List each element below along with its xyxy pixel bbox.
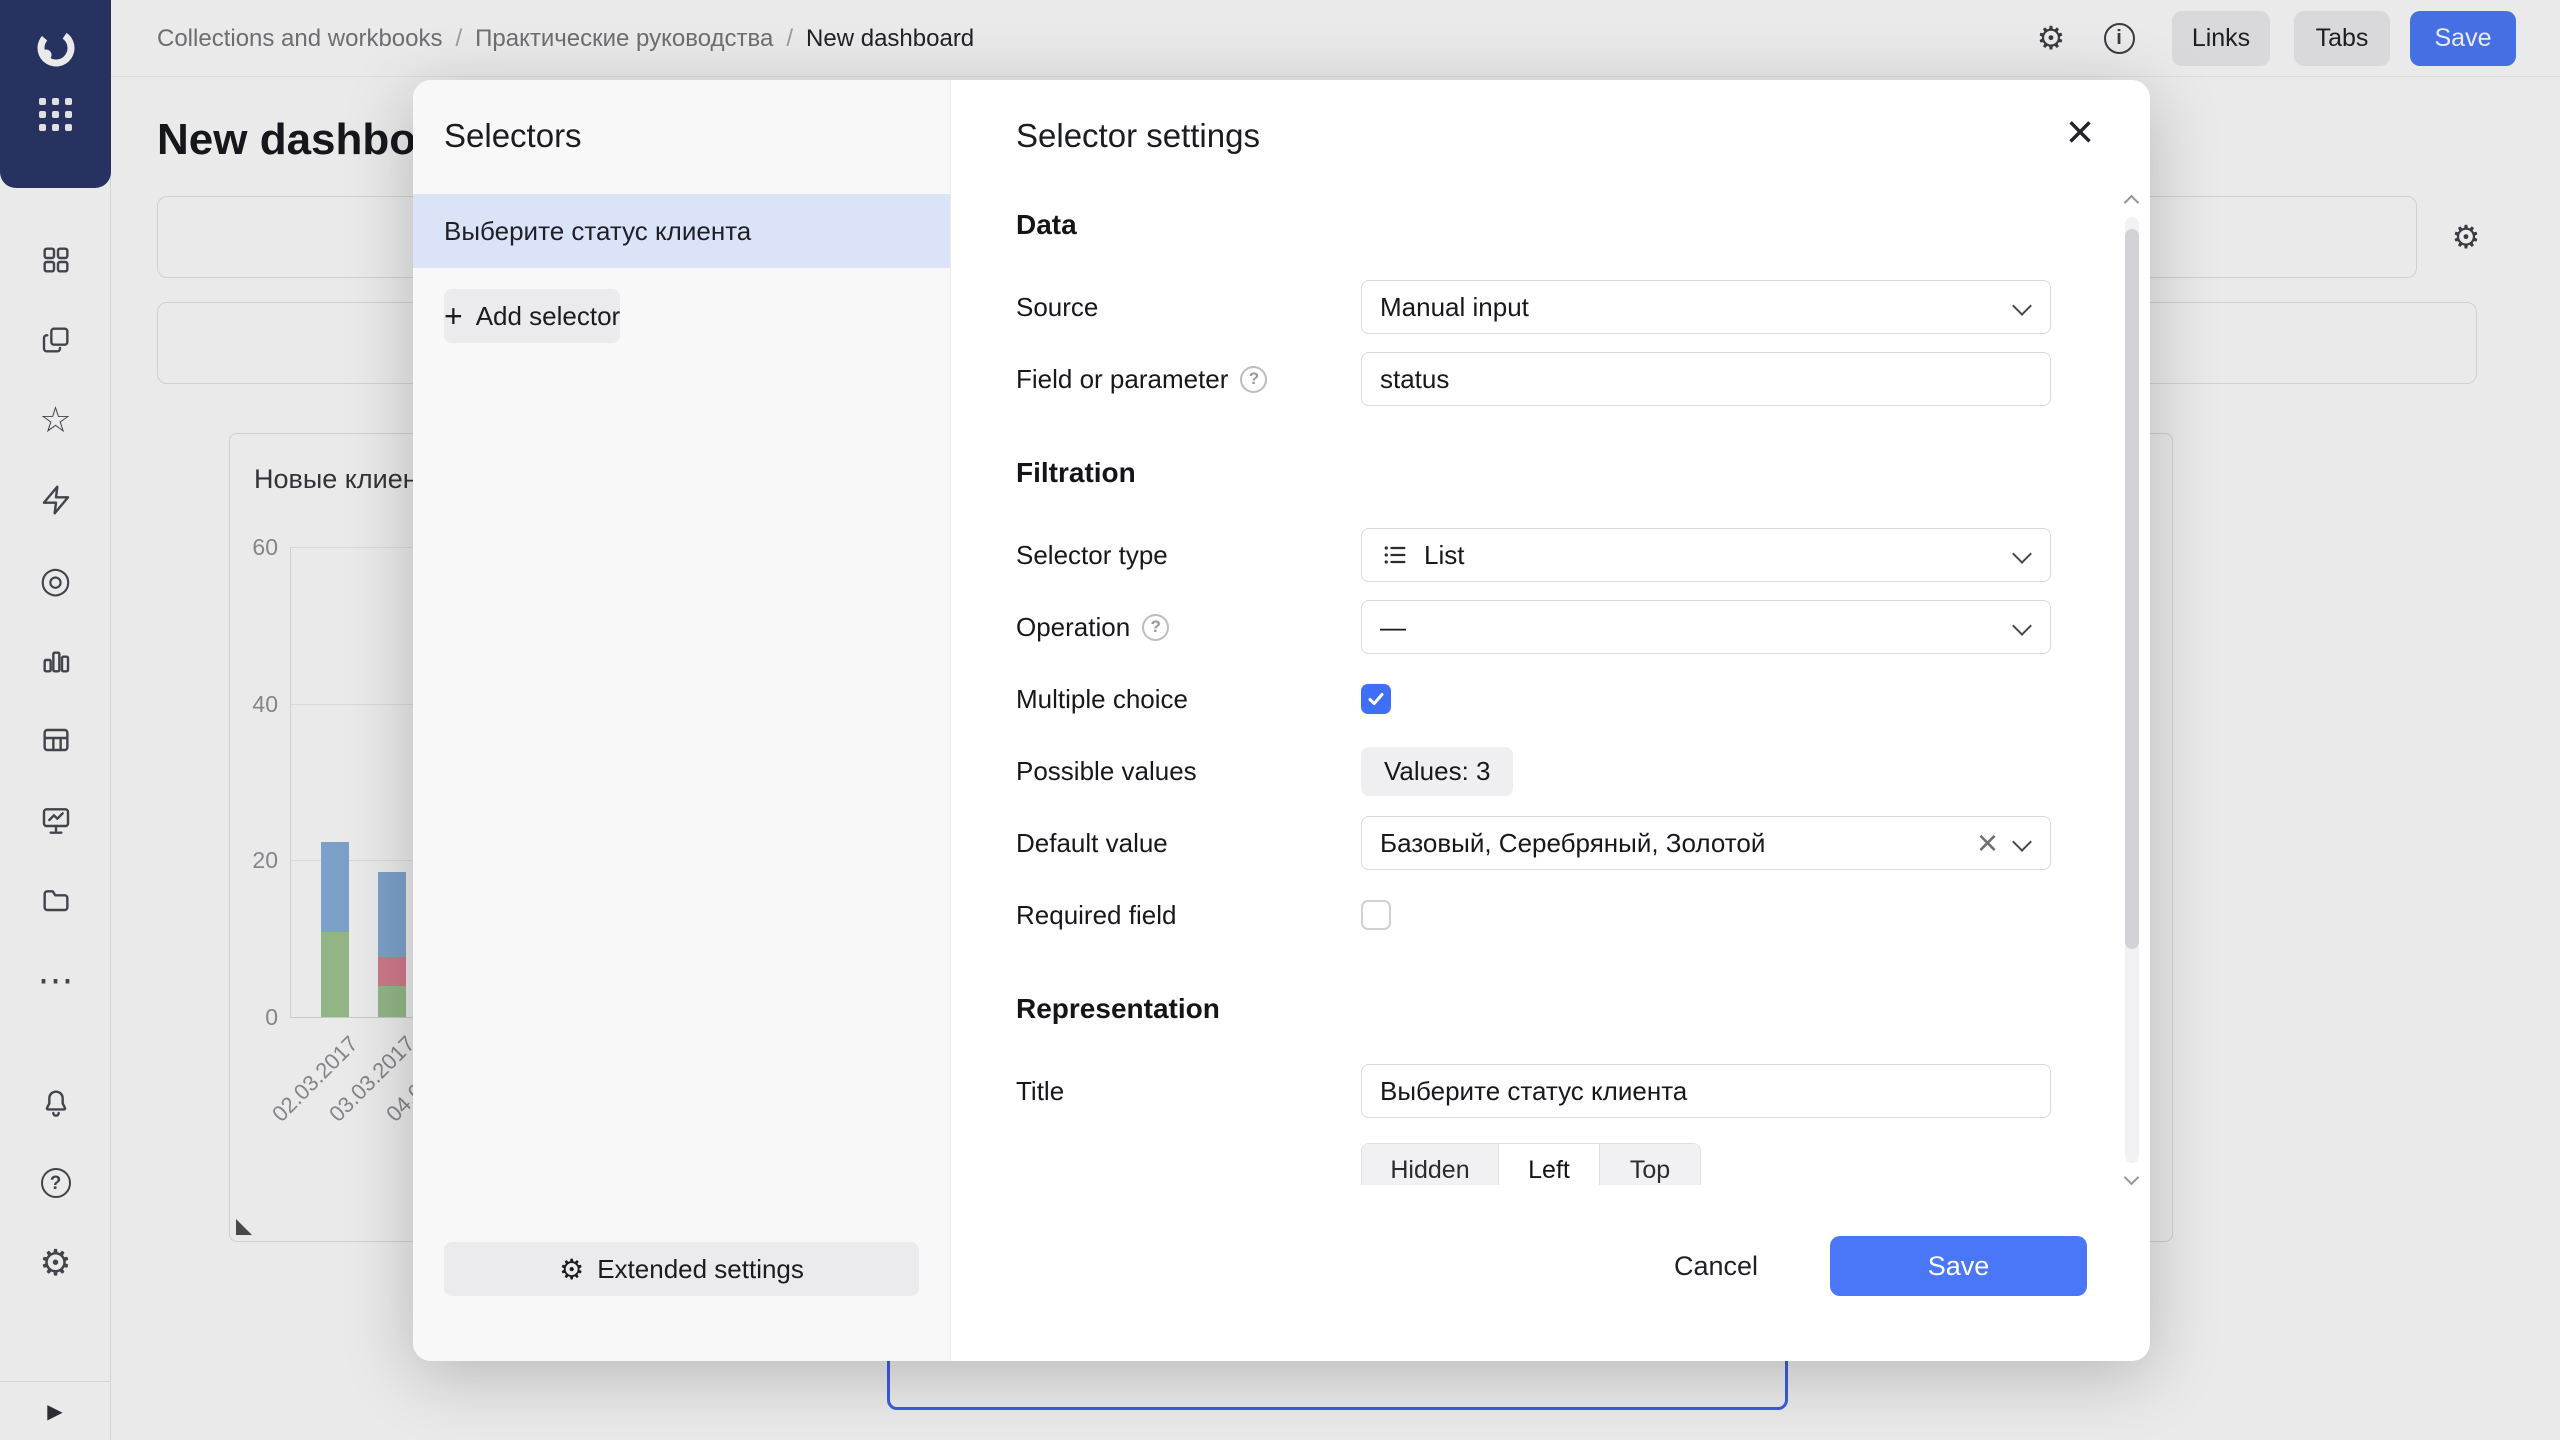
settings-form: Data Source Manual input Field or parame… xyxy=(951,200,2150,1185)
field-label: Field or parameter xyxy=(1016,364,1228,395)
title-placement-segmented: Hidden Left Top xyxy=(1361,1143,1701,1185)
title-placement-row: Hidden Left Top xyxy=(1016,1118,2051,1185)
source-row: Source Manual input xyxy=(1016,280,2051,334)
required-field-label: Required field xyxy=(1016,900,1176,931)
settings-header: Selector settings × xyxy=(951,80,2150,200)
list-icon xyxy=(1380,541,1410,569)
chevron-down-icon xyxy=(2012,545,2032,565)
placement-left-option[interactable]: Left xyxy=(1498,1144,1599,1185)
chevron-down-icon xyxy=(2012,617,2032,637)
field-input[interactable] xyxy=(1361,352,2051,406)
field-row: Field or parameter ? xyxy=(1016,352,2051,406)
extended-settings-button[interactable]: ⚙ Extended settings xyxy=(444,1242,919,1296)
scroll-down-icon[interactable] xyxy=(2124,1170,2140,1186)
plus-icon: + xyxy=(444,300,463,332)
possible-values-chip[interactable]: Values: 3 xyxy=(1361,747,1513,796)
default-value-label: Default value xyxy=(1016,828,1168,859)
placement-top-option[interactable]: Top xyxy=(1599,1144,1700,1185)
default-value-select[interactable]: Базовый, Серебряный, Золотой × xyxy=(1361,816,2051,870)
help-question-icon[interactable]: ? xyxy=(1142,614,1169,641)
default-value-row: Default value Базовый, Серебряный, Золот… xyxy=(1016,816,2051,870)
required-field-row: Required field xyxy=(1016,888,2051,942)
possible-values-row: Possible values Values: 3 xyxy=(1016,744,2051,798)
chevron-down-icon xyxy=(2012,297,2032,317)
source-select[interactable]: Manual input xyxy=(1361,280,2051,334)
settings-title: Selector settings xyxy=(1016,116,1260,156)
scroll-up-icon[interactable] xyxy=(2124,195,2140,211)
operation-label: Operation xyxy=(1016,612,1130,643)
possible-values-label: Possible values xyxy=(1016,756,1197,787)
section-heading-representation: Representation xyxy=(1016,992,2051,1026)
selectors-panel-title: Selectors xyxy=(444,116,950,156)
multiple-choice-row: Multiple choice xyxy=(1016,672,2051,726)
multiple-choice-checkbox[interactable] xyxy=(1361,684,1391,714)
multiple-choice-label: Multiple choice xyxy=(1016,684,1188,715)
screen: ☆ ◎ ⋯ ? ⚙ xyxy=(0,0,2560,1440)
operation-select[interactable]: — xyxy=(1361,600,2051,654)
section-heading-data: Data xyxy=(1016,208,2051,242)
add-selector-button[interactable]: + Add selector xyxy=(444,289,620,343)
operation-row: Operation ? — xyxy=(1016,600,2051,654)
selector-settings-dialog: Selectors Выберите статус клиента + Add … xyxy=(413,80,2150,1361)
help-question-icon[interactable]: ? xyxy=(1240,366,1267,393)
settings-scrollbar xyxy=(2124,195,2140,1185)
dialog-save-button[interactable]: Save xyxy=(1830,1236,2087,1296)
title-row: Title xyxy=(1016,1064,2051,1118)
selector-type-label: Selector type xyxy=(1016,540,1168,571)
selector-type-select[interactable]: List xyxy=(1361,528,2051,582)
settings-panel: Selector settings × Data Source Manual i… xyxy=(951,80,2150,1361)
dialog-footer: Cancel Save xyxy=(951,1185,2150,1361)
gear-icon: ⚙ xyxy=(559,1253,584,1286)
placement-hidden-option[interactable]: Hidden xyxy=(1362,1144,1498,1185)
close-icon[interactable]: × xyxy=(2057,110,2103,156)
selector-list-item[interactable]: Выберите статус клиента xyxy=(413,194,950,268)
cancel-button[interactable]: Cancel xyxy=(1648,1239,1784,1294)
clear-icon[interactable]: × xyxy=(1977,825,1998,861)
title-input[interactable] xyxy=(1361,1064,2051,1118)
title-label: Title xyxy=(1016,1076,1064,1107)
scrollbar-thumb[interactable] xyxy=(2125,229,2139,949)
selectors-panel: Selectors Выберите статус клиента + Add … xyxy=(413,80,951,1361)
chevron-down-icon xyxy=(2012,833,2032,853)
source-label: Source xyxy=(1016,292,1098,323)
section-heading-filtration: Filtration xyxy=(1016,456,2051,490)
selector-type-row: Selector type List xyxy=(1016,528,2051,582)
required-field-checkbox[interactable] xyxy=(1361,900,1391,930)
selector-item-label: Выберите статус клиента xyxy=(444,216,751,247)
